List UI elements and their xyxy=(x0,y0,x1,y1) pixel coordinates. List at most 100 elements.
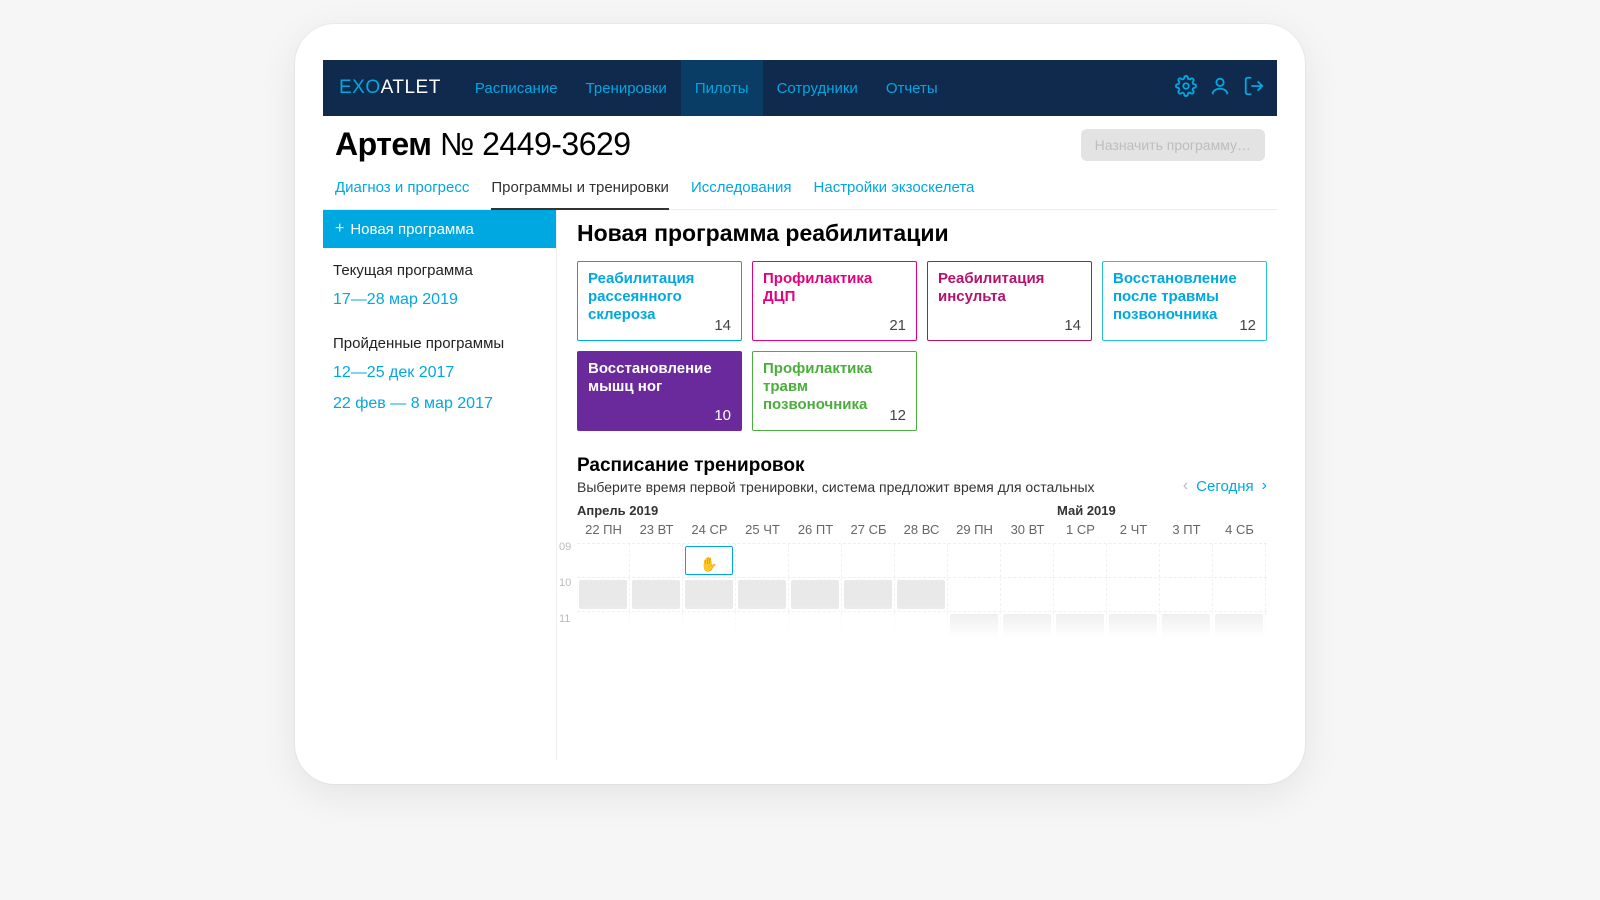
nav-item-2[interactable]: Пилоты xyxy=(681,60,763,116)
top-icons xyxy=(1175,60,1265,116)
time-slot-2-3[interactable] xyxy=(736,612,789,645)
time-slot-0-8[interactable] xyxy=(1001,544,1054,577)
busy-block xyxy=(897,580,945,609)
past-programs-label: Пройденные программы xyxy=(333,335,546,352)
busy-block xyxy=(1215,614,1263,643)
day-header-9: 1 СР xyxy=(1054,522,1107,537)
nav-item-0[interactable]: Расписание xyxy=(461,60,572,116)
time-slot-1-1[interactable] xyxy=(630,578,683,611)
busy-block xyxy=(579,580,627,609)
time-slot-1-6[interactable] xyxy=(895,578,948,611)
nav-item-3[interactable]: Сотрудники xyxy=(763,60,872,116)
time-slot-2-10[interactable] xyxy=(1107,612,1160,645)
new-program-label: Новая программа xyxy=(350,221,474,238)
past-program-link-1[interactable]: 22 фев — 8 мар 2017 xyxy=(333,389,546,419)
time-slot-2-0[interactable] xyxy=(577,612,630,645)
chevron-left-icon[interactable]: ‹ xyxy=(1183,477,1188,495)
schedule-subtitle: Выберите время первой тренировки, систем… xyxy=(577,479,1095,495)
tab-3[interactable]: Настройки экзоскелета xyxy=(814,179,975,210)
time-slot-1-3[interactable] xyxy=(736,578,789,611)
sidebar: + Новая программа Текущая программа 17—2… xyxy=(323,210,557,760)
day-header-3: 25 ЧТ xyxy=(736,522,789,537)
time-slot-0-10[interactable] xyxy=(1107,544,1160,577)
time-slot-1-9[interactable] xyxy=(1054,578,1107,611)
busy-block xyxy=(791,580,839,609)
time-slot-2-8[interactable] xyxy=(1001,612,1054,645)
schedule-title: Расписание тренировок xyxy=(577,455,1267,477)
time-slot-1-4[interactable] xyxy=(789,578,842,611)
program-card-4[interactable]: Восстановление мышц ног10 xyxy=(577,351,742,431)
gear-icon[interactable] xyxy=(1175,75,1197,102)
time-slot-1-2[interactable] xyxy=(683,578,736,611)
time-slot-2-6[interactable] xyxy=(895,612,948,645)
time-slot-1-7[interactable] xyxy=(948,578,1001,611)
time-slot-0-12[interactable] xyxy=(1213,544,1266,577)
user-icon[interactable] xyxy=(1209,75,1231,102)
day-header-11: 3 ПТ xyxy=(1160,522,1213,537)
time-slot-1-10[interactable] xyxy=(1107,578,1160,611)
time-slot-0-6[interactable] xyxy=(895,544,948,577)
logout-icon[interactable] xyxy=(1243,75,1265,102)
time-slot-2-4[interactable] xyxy=(789,612,842,645)
time-slot-2-7[interactable] xyxy=(948,612,1001,645)
program-card-0[interactable]: Реабилитация рассеянного склероза14 xyxy=(577,261,742,341)
time-slot-0-3[interactable] xyxy=(736,544,789,577)
day-header-8: 30 ВТ xyxy=(1001,522,1054,537)
day-header-1: 23 ВТ xyxy=(630,522,683,537)
time-slot-0-5[interactable] xyxy=(842,544,895,577)
card-title: Восстановление после травмы позвоночника xyxy=(1113,270,1256,324)
time-slot-0-2[interactable]: ✋ xyxy=(683,544,736,577)
pilot-number: № 2449-3629 xyxy=(440,126,631,162)
time-slot-1-12[interactable] xyxy=(1213,578,1266,611)
nav-item-1[interactable]: Тренировки xyxy=(572,60,681,116)
program-card-5[interactable]: Профилактика травм позвоночника12 xyxy=(752,351,917,431)
current-program-link[interactable]: 17—28 мар 2019 xyxy=(333,285,546,315)
month-2: Май 2019 xyxy=(1057,503,1116,518)
program-cards: Реабилитация рассеянного склероза14Профи… xyxy=(577,261,1267,431)
tab-0[interactable]: Диагноз и прогресс xyxy=(335,179,469,210)
today-label: Сегодня xyxy=(1196,478,1254,495)
time-slot-2-5[interactable] xyxy=(842,612,895,645)
busy-block xyxy=(1003,614,1051,643)
busy-block xyxy=(738,580,786,609)
busy-block xyxy=(844,580,892,609)
day-header-10: 2 ЧТ xyxy=(1107,522,1160,537)
card-count: 12 xyxy=(889,407,906,424)
busy-block xyxy=(1109,614,1157,643)
busy-block xyxy=(950,614,998,643)
time-slot-0-1[interactable] xyxy=(630,544,683,577)
time-slot-2-11[interactable] xyxy=(1160,612,1213,645)
time-slot-2-12[interactable] xyxy=(1213,612,1266,645)
program-card-1[interactable]: Профилактика ДЦП21 xyxy=(752,261,917,341)
month-1: Апрель 2019 xyxy=(577,503,1057,518)
hour-label: 11 xyxy=(559,613,571,625)
program-card-3[interactable]: Восстановление после травмы позвоночника… xyxy=(1102,261,1267,341)
nav-item-4[interactable]: Отчеты xyxy=(872,60,952,116)
time-slot-2-2[interactable] xyxy=(683,612,736,645)
time-slot-0-4[interactable] xyxy=(789,544,842,577)
plus-icon: + xyxy=(335,220,344,238)
time-slot-0-7[interactable] xyxy=(948,544,1001,577)
current-program-label: Текущая программа xyxy=(333,262,546,279)
new-program-button[interactable]: + Новая программа xyxy=(323,210,556,248)
time-slot-1-8[interactable] xyxy=(1001,578,1054,611)
schedule-section: Расписание тренировок Выберите время пер… xyxy=(577,455,1267,645)
time-slot-0-11[interactable] xyxy=(1160,544,1213,577)
time-slot-1-5[interactable] xyxy=(842,578,895,611)
tab-2[interactable]: Исследования xyxy=(691,179,792,210)
chevron-right-icon[interactable]: › xyxy=(1262,477,1267,495)
busy-block xyxy=(685,580,733,609)
time-slot-1-11[interactable] xyxy=(1160,578,1213,611)
time-slot-1-0[interactable] xyxy=(577,578,630,611)
card-title: Реабилитация рассеянного склероза xyxy=(588,270,731,324)
today-nav[interactable]: ‹ Сегодня › xyxy=(1183,477,1267,495)
time-slot-2-1[interactable] xyxy=(630,612,683,645)
tab-1[interactable]: Программы и тренировки xyxy=(491,179,669,210)
past-program-link-0[interactable]: 12—25 дек 2017 xyxy=(333,358,546,388)
time-slot-2-9[interactable] xyxy=(1054,612,1107,645)
busy-block xyxy=(1056,614,1104,643)
card-count: 12 xyxy=(1239,317,1256,334)
time-slot-0-9[interactable] xyxy=(1054,544,1107,577)
program-card-2[interactable]: Реабилитация инсульта14 xyxy=(927,261,1092,341)
time-slot-0-0[interactable] xyxy=(577,544,630,577)
